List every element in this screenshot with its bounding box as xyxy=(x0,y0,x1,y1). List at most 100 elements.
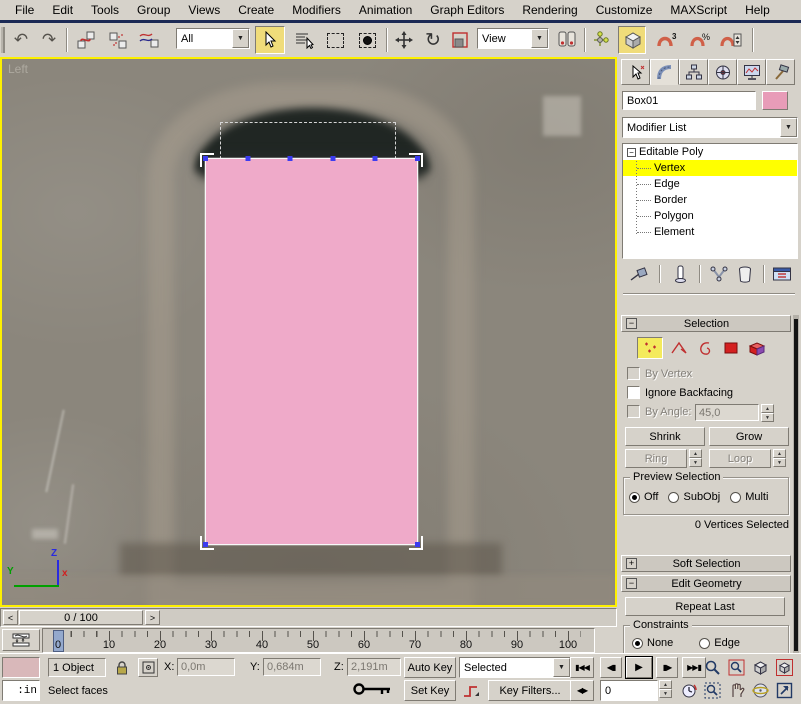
select-by-name-icon[interactable] xyxy=(290,26,318,54)
subobject-border-button[interactable] xyxy=(693,337,717,359)
remove-modifier-trash-icon[interactable] xyxy=(733,263,757,285)
previous-frame-button[interactable]: ◀▮ xyxy=(600,657,622,678)
spinner-snap-toggle-icon[interactable] xyxy=(716,26,746,54)
soft-selection-rollout-header[interactable]: + Soft Selection xyxy=(621,555,791,572)
macro-recorder-pane[interactable] xyxy=(2,657,40,678)
unlink-selection-icon[interactable] xyxy=(104,26,132,54)
by-vertex-checkbox[interactable] xyxy=(627,367,640,380)
select-and-scale-icon[interactable] xyxy=(447,26,473,54)
vertex-handle[interactable] xyxy=(246,156,251,161)
chevron-down-icon[interactable]: ▼ xyxy=(232,29,249,48)
time-slider-track[interactable]: < 0 / 100 > xyxy=(0,608,617,627)
menu-animation[interactable]: Animation xyxy=(350,1,421,19)
tab-hierarchy[interactable] xyxy=(679,59,708,85)
menu-tools[interactable]: Tools xyxy=(82,1,128,19)
modifier-stack-list[interactable]: − Editable Poly Vertex Edge Border Polyg… xyxy=(622,143,798,259)
show-end-result-icon[interactable] xyxy=(669,263,693,285)
vertex-handle[interactable] xyxy=(330,156,335,161)
spinner-up-icon[interactable]: ▲ xyxy=(761,404,774,413)
window-crossing-toggle-icon[interactable] xyxy=(352,26,382,54)
collapse-box-icon[interactable]: − xyxy=(627,148,636,157)
toolbar-grip[interactable] xyxy=(1,27,5,53)
pin-stack-icon[interactable] xyxy=(627,263,651,285)
set-key-button[interactable]: Set Key xyxy=(404,680,456,701)
percent-snap-toggle-icon[interactable]: % xyxy=(686,26,716,54)
next-frame-button[interactable]: ▮▶ xyxy=(656,657,678,678)
select-and-link-icon[interactable] xyxy=(72,26,100,54)
spinner-down-icon[interactable]: ▼ xyxy=(773,458,786,467)
maxscript-mini-listener[interactable]: :in xyxy=(2,680,40,701)
configure-modifier-sets-icon[interactable] xyxy=(769,263,795,285)
subobject-polygon-button[interactable] xyxy=(719,337,743,359)
key-filters-button[interactable]: Key Filters... xyxy=(488,680,572,701)
constraint-none-radio[interactable] xyxy=(632,638,643,649)
tab-motion[interactable] xyxy=(708,59,737,85)
viewport-label[interactable]: Left xyxy=(8,62,28,76)
modifier-list-dropdown[interactable]: Modifier List ▼ xyxy=(622,117,798,138)
subobject-edge-button[interactable] xyxy=(667,337,691,359)
zoom-icon[interactable] xyxy=(702,657,723,678)
vertex-handle[interactable] xyxy=(372,156,377,161)
play-button[interactable]: ▶ xyxy=(626,657,652,678)
rectangular-selection-region-icon[interactable] xyxy=(320,26,350,54)
menu-create[interactable]: Create xyxy=(229,1,283,19)
box01-object[interactable] xyxy=(205,158,418,545)
preview-multi-radio[interactable] xyxy=(730,492,741,503)
ignore-backfacing-checkbox[interactable] xyxy=(627,386,640,399)
viewport-left[interactable]: Left Z Y x xyxy=(0,57,617,607)
y-coordinate-field[interactable]: 0,684m xyxy=(263,658,321,676)
stack-item-border[interactable]: Border xyxy=(623,192,797,208)
shrink-button[interactable]: Shrink xyxy=(625,427,705,446)
next-frame-arrow[interactable]: > xyxy=(145,610,160,625)
chevron-down-icon[interactable]: ▼ xyxy=(531,29,548,48)
grow-button[interactable]: Grow xyxy=(709,427,789,446)
tab-utilities[interactable] xyxy=(766,59,795,85)
stack-item-vertex[interactable]: Vertex xyxy=(623,160,797,176)
menu-graph-editors[interactable]: Graph Editors xyxy=(421,1,513,19)
vertex-handle[interactable] xyxy=(288,156,293,161)
spinner-down-icon[interactable]: ▼ xyxy=(659,689,672,698)
bind-to-space-warp-icon[interactable] xyxy=(134,26,166,54)
menu-customize[interactable]: Customize xyxy=(587,1,662,19)
reference-coordinate-system-dropdown[interactable]: View ▼ xyxy=(477,28,549,49)
go-to-start-button[interactable]: ▮◀◀ xyxy=(570,657,594,678)
by-angle-spinner[interactable]: ▲ ▼ xyxy=(761,404,774,422)
auto-key-button[interactable]: Auto Key xyxy=(404,657,456,678)
by-angle-checkbox[interactable] xyxy=(627,405,640,418)
stack-root-row[interactable]: − Editable Poly xyxy=(623,144,797,160)
z-coordinate-field[interactable]: 2,191m xyxy=(347,658,401,676)
expand-icon[interactable]: + xyxy=(626,558,637,569)
frame-spinner[interactable]: ▲ ▼ xyxy=(659,680,672,698)
selection-lock-toggle[interactable] xyxy=(112,658,132,677)
by-angle-field[interactable]: 45,0 xyxy=(695,404,759,421)
menu-modifiers[interactable]: Modifiers xyxy=(283,1,350,19)
menu-help[interactable]: Help xyxy=(736,1,779,19)
make-unique-icon[interactable] xyxy=(707,263,731,285)
menu-views[interactable]: Views xyxy=(179,1,229,19)
spinner-down-icon[interactable]: ▼ xyxy=(689,458,702,467)
collapse-icon[interactable]: − xyxy=(626,318,637,329)
spinner-down-icon[interactable]: ▼ xyxy=(761,413,774,422)
stack-item-element[interactable]: Element xyxy=(623,224,797,240)
constraint-edge-radio[interactable] xyxy=(699,638,710,649)
ring-spinner[interactable]: ▲ ▼ xyxy=(689,449,702,467)
stack-item-polygon[interactable]: Polygon xyxy=(623,208,797,224)
spinner-up-icon[interactable]: ▲ xyxy=(659,680,672,689)
undo-icon[interactable]: ↶ xyxy=(8,26,34,54)
zoom-all-icon[interactable] xyxy=(726,657,747,678)
selection-rollout-header[interactable]: − Selection xyxy=(621,315,791,332)
loop-spinner[interactable]: ▲ ▼ xyxy=(773,449,786,467)
absolute-offset-mode-toggle[interactable] xyxy=(138,658,158,677)
subobject-element-button[interactable] xyxy=(745,337,769,359)
selection-filter-dropdown[interactable]: All ▼ xyxy=(176,28,250,49)
tab-modify[interactable] xyxy=(650,59,679,85)
current-frame-field[interactable]: 0 xyxy=(600,680,658,701)
select-and-move-icon[interactable] xyxy=(390,26,418,54)
time-slider-thumb[interactable]: 0 / 100 xyxy=(19,610,143,625)
maximize-viewport-toggle-icon[interactable] xyxy=(774,680,795,701)
zoom-region-icon[interactable] xyxy=(702,680,723,701)
chevron-down-icon[interactable]: ▼ xyxy=(553,658,570,677)
collapse-icon[interactable]: − xyxy=(626,578,637,589)
chevron-down-icon[interactable]: ▼ xyxy=(780,118,797,137)
subobject-vertex-button[interactable] xyxy=(637,337,663,359)
